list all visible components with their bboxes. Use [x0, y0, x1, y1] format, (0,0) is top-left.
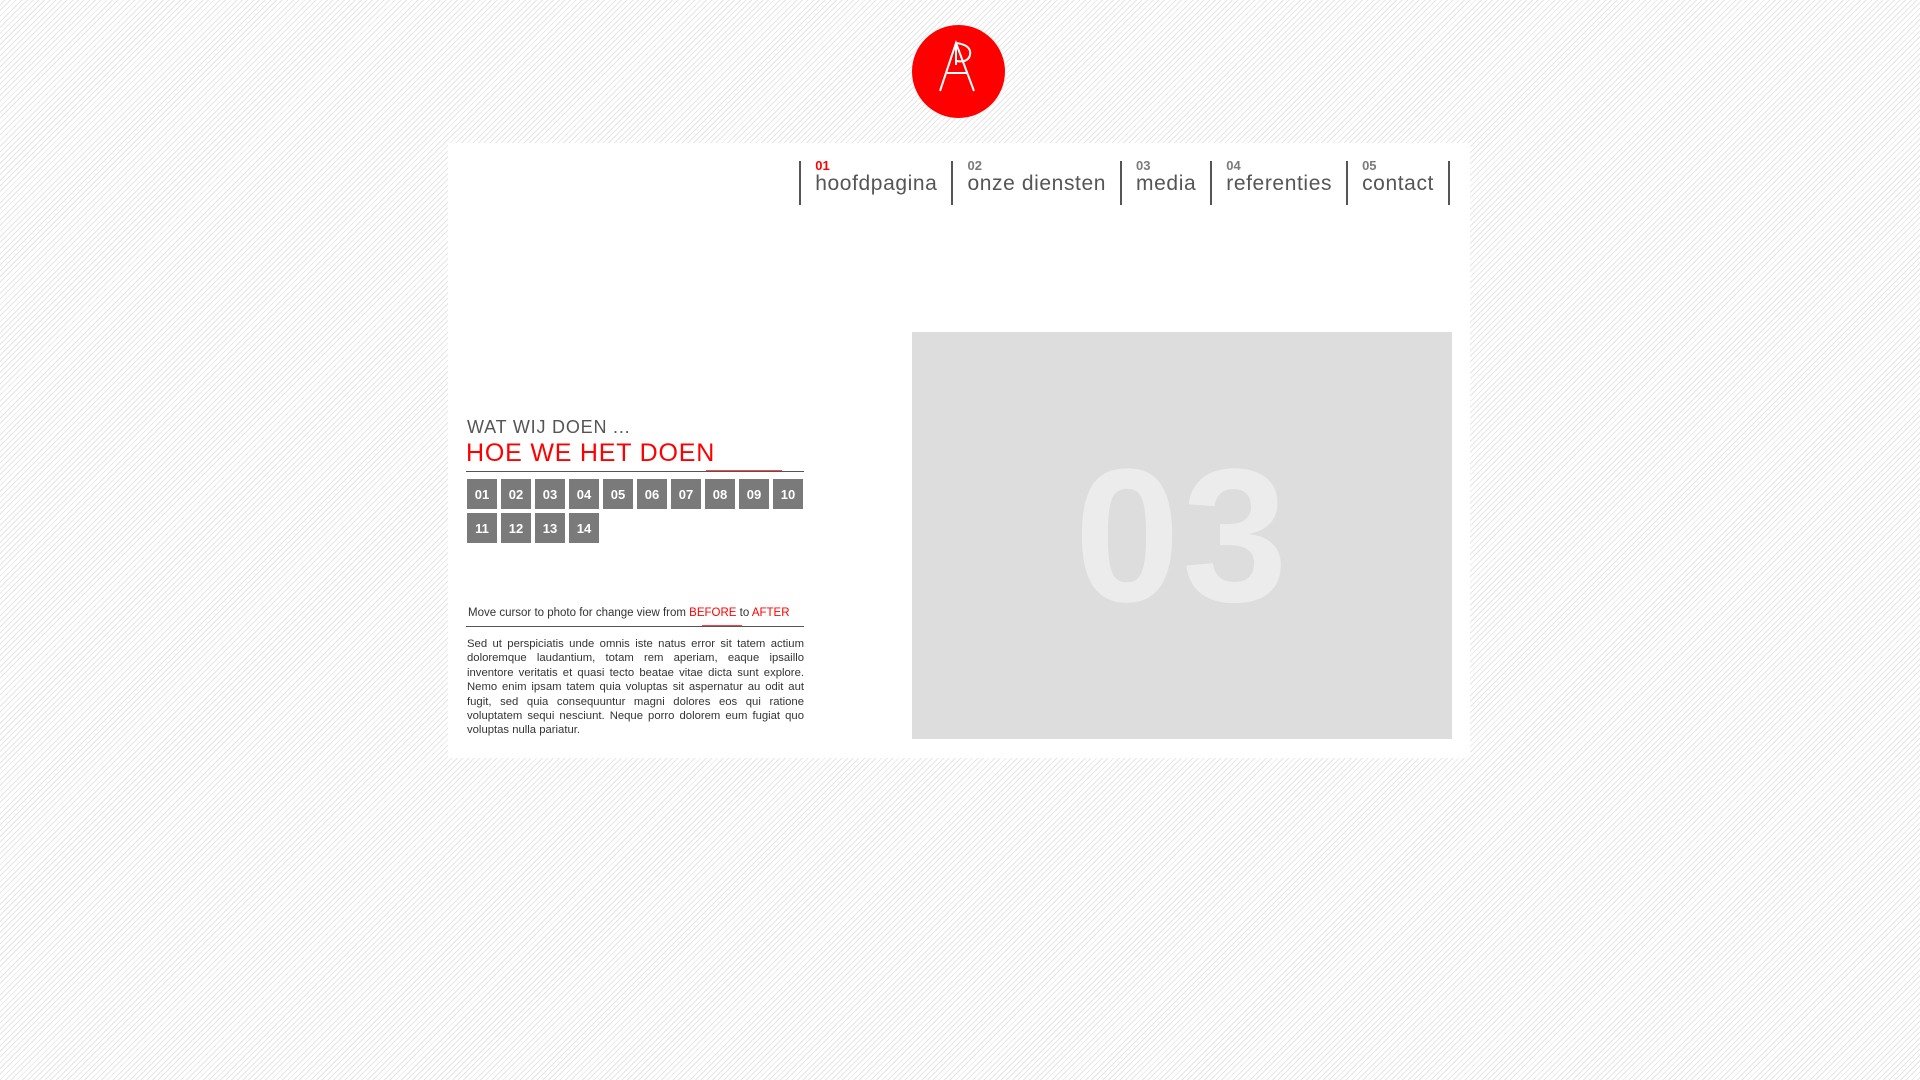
pager-button[interactable]: 01: [467, 479, 497, 509]
pager-button[interactable]: 11: [467, 513, 497, 543]
pager-row: 11 12 13 14: [467, 513, 817, 543]
hint-text: to: [736, 607, 752, 619]
pager-button[interactable]: 14: [569, 513, 599, 543]
nav-item-label: contact: [1362, 172, 1434, 195]
before-after-hint: Move cursor to photo for change view fro…: [468, 607, 790, 619]
pager-button[interactable]: 02: [501, 479, 531, 509]
image-pager: 01 02 03 04 05 06 07 08 09 10 11 12 13 1…: [467, 479, 817, 547]
nav-item-number: 02: [967, 158, 982, 173]
pager-button[interactable]: 04: [569, 479, 599, 509]
hint-divider: [466, 626, 804, 627]
pager-button[interactable]: 12: [501, 513, 531, 543]
pager-button[interactable]: 05: [603, 479, 633, 509]
pager-button[interactable]: 06: [637, 479, 667, 509]
logo[interactable]: [912, 25, 1005, 118]
nav-item-label: referenties: [1226, 172, 1333, 195]
pager-button[interactable]: 03: [535, 479, 565, 509]
pager-button[interactable]: 07: [671, 479, 701, 509]
main-nav: 01 hoofdpagina 02 onze diensten 03 media…: [799, 158, 1450, 205]
nav-item-number: 04: [1226, 158, 1241, 173]
nav-item-referenties[interactable]: 04 referenties: [1212, 158, 1349, 205]
title-divider-accent: [706, 470, 782, 471]
nav-item-label: media: [1136, 172, 1197, 195]
before-after-photo[interactable]: 03: [912, 332, 1452, 739]
nav-item-contact[interactable]: 05 contact: [1348, 158, 1450, 205]
section-subtitle: WAT WIJ DOEN ...: [467, 417, 631, 437]
body-paragraph: Sed ut perspiciatis unde omnis iste natu…: [467, 638, 804, 737]
nav-item-media[interactable]: 03 media: [1122, 158, 1213, 205]
hint-after: AFTER: [751, 607, 790, 619]
nav-item-hoofdpagina[interactable]: 01 hoofdpagina: [801, 158, 954, 205]
title-divider: [466, 471, 804, 472]
photo-number: 03: [1074, 429, 1290, 642]
pager-row: 01 02 03 04 05 06 07 08 09 10: [467, 479, 817, 509]
nav-item-onze-diensten[interactable]: 02 onze diensten: [953, 158, 1123, 205]
nav-item-label: hoofdpagina: [815, 172, 938, 195]
pager-button[interactable]: 09: [739, 479, 769, 509]
main-panel: 01 hoofdpagina 02 onze diensten 03 media…: [448, 143, 1470, 758]
nav-item-number: 01: [815, 158, 830, 173]
ap-monogram-logo-icon: [939, 40, 975, 92]
hint-text: Move cursor to photo for change view fro…: [468, 607, 690, 619]
nav-item-number: 05: [1362, 158, 1377, 173]
pager-button[interactable]: 13: [535, 513, 565, 543]
nav-item-number: 03: [1136, 158, 1151, 173]
nav-item-label: onze diensten: [967, 172, 1107, 195]
pager-button[interactable]: 08: [705, 479, 735, 509]
hint-divider-accent: [702, 625, 742, 626]
hint-before: BEFORE: [689, 607, 737, 619]
section-title: HOE WE HET DOEN: [466, 439, 716, 467]
pager-button[interactable]: 10: [773, 479, 803, 509]
